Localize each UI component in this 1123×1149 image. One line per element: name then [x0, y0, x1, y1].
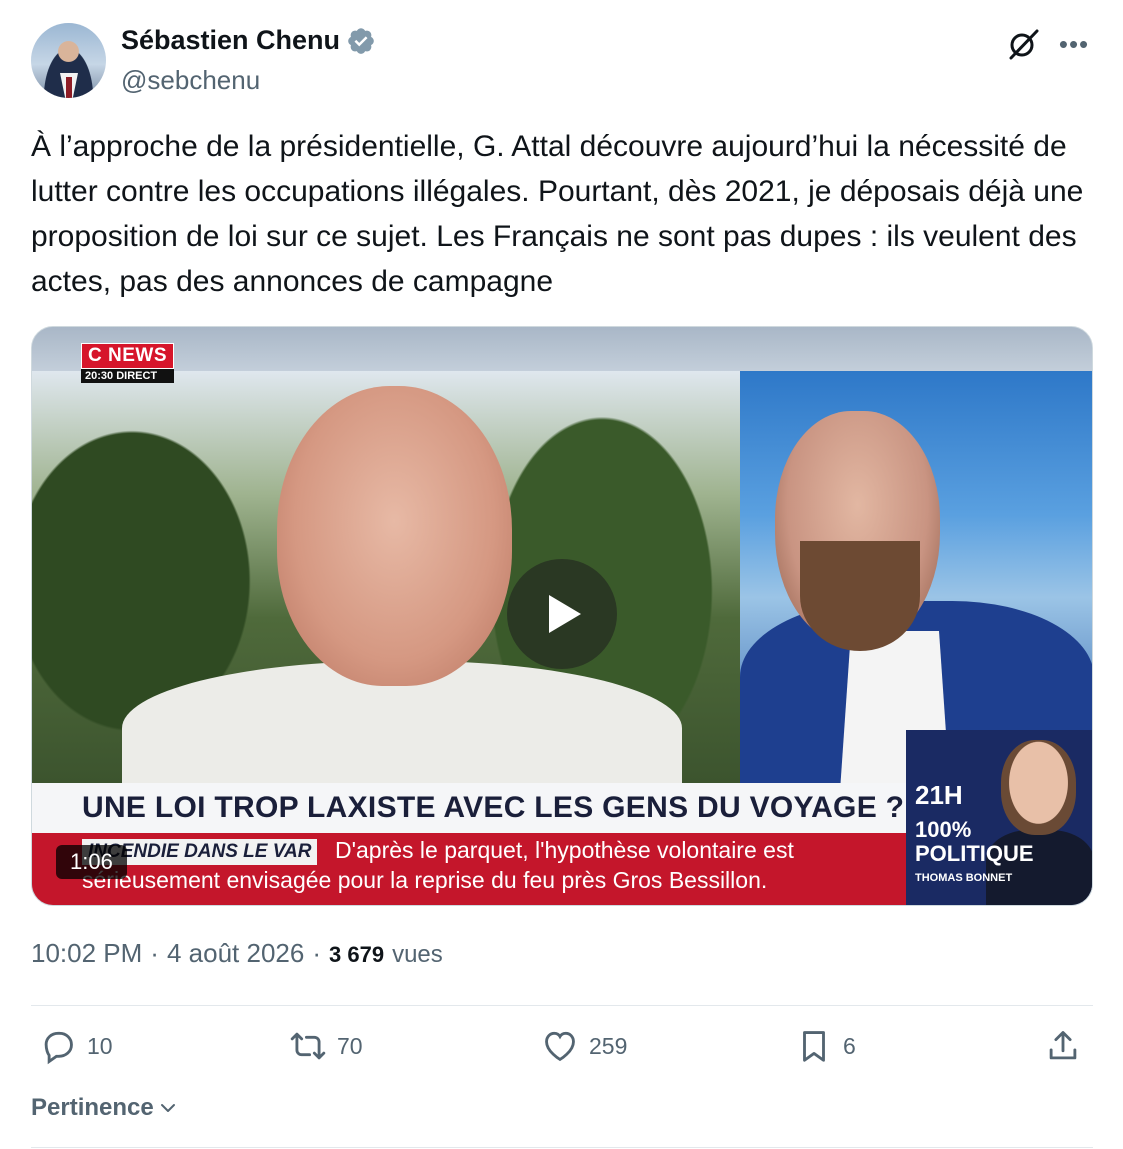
- action-bar: 10 70 259 6: [31, 1027, 1093, 1077]
- bookmark-count: 6: [843, 1032, 856, 1059]
- video-top-strip: [32, 327, 1092, 371]
- video-host-beard: [800, 541, 920, 651]
- video-headline-banner: UNE LOI TROP LAXISTE AVEC LES GENS DU VO…: [32, 783, 906, 833]
- channel-logo-text: C NEWS: [81, 343, 174, 369]
- grok-icon[interactable]: [1007, 27, 1041, 61]
- video-player[interactable]: C NEWS 20:30 DIRECT UNE LOI TROP LAXISTE…: [31, 326, 1093, 906]
- replies-sort-dropdown[interactable]: Pertinence: [31, 1094, 178, 1122]
- channel-live: DIRECT: [116, 370, 158, 382]
- author-name-row: Sébastien Chenu: [121, 25, 376, 56]
- ticker-line-1: D'après le parquet, l'hypothèse volontai…: [335, 837, 794, 863]
- video-left-panel: [32, 371, 742, 801]
- retweet-icon: [290, 1032, 326, 1060]
- avatar-tie: [66, 77, 72, 98]
- author-handle[interactable]: @sebchenu: [121, 65, 260, 96]
- share-button[interactable]: [1044, 1027, 1082, 1065]
- reply-icon: [44, 1031, 73, 1065]
- like-count: 259: [589, 1032, 628, 1059]
- tweet-text: À l’approche de la présidentielle, G. At…: [31, 130, 1084, 298]
- tweet-meta: 10:02 PM · 4 août 2026 · 3 679 vues: [31, 938, 443, 969]
- channel-time: 20:30: [85, 370, 114, 382]
- show-host-name: THOMAS BONNET: [915, 872, 1013, 884]
- avatar[interactable]: [31, 23, 106, 98]
- verified-badge-icon[interactable]: [346, 26, 376, 56]
- show-name-line-2: POLITIQUE: [915, 841, 1034, 866]
- show-branding: 21H 100% POLITIQUE THOMAS BONNET: [906, 730, 1092, 905]
- play-icon: [549, 595, 581, 633]
- views-label: vues: [392, 941, 443, 968]
- tweet-time[interactable]: 10:02 PM: [31, 938, 142, 969]
- author-name[interactable]: Sébastien Chenu: [121, 25, 340, 56]
- channel-logo: C NEWS 20:30 DIRECT: [81, 343, 174, 383]
- reply-count: 10: [87, 1032, 113, 1059]
- heart-icon: [545, 1031, 575, 1062]
- bookmark-icon: [803, 1031, 825, 1062]
- show-time: 21H: [915, 780, 963, 810]
- channel-time-box: 20:30 DIRECT: [81, 369, 174, 383]
- like-button[interactable]: 259: [541, 1027, 627, 1065]
- more-options-icon[interactable]: •••: [1057, 31, 1091, 57]
- retweet-count: 70: [337, 1032, 363, 1059]
- chevron-down-icon: [160, 1104, 175, 1112]
- views-count: 3 679: [329, 942, 385, 967]
- meta-separator: ·: [312, 938, 321, 968]
- show-name-line-1: 100%: [915, 817, 972, 842]
- retweet-button[interactable]: 70: [289, 1027, 363, 1065]
- meta-separator: ·: [150, 938, 159, 968]
- share-icon: [1049, 1031, 1077, 1060]
- video-duration: 1:06: [56, 845, 127, 879]
- reply-button[interactable]: 10: [39, 1027, 113, 1065]
- video-news-ticker: INCENDIE DANS LE VAR D'après le parquet,…: [32, 833, 906, 905]
- sort-label: Pertinence: [31, 1094, 154, 1121]
- video-headline: UNE LOI TROP LAXISTE AVEC LES GENS DU VO…: [82, 791, 905, 824]
- show-name: 100% POLITIQUE: [915, 818, 1034, 866]
- ticker-line-2: sérieusement envisagée pour la reprise d…: [82, 867, 768, 893]
- divider: [31, 1005, 1093, 1006]
- video-guest-head: [277, 386, 512, 686]
- bookmark-button[interactable]: 6: [795, 1027, 856, 1065]
- tweet-date[interactable]: 4 août 2026: [167, 938, 304, 969]
- video-right-panel: [740, 371, 1092, 791]
- divider: [31, 1147, 1093, 1148]
- play-button[interactable]: [507, 559, 617, 669]
- tweet-header: Sébastien Chenu @sebchenu •••: [31, 23, 1093, 99]
